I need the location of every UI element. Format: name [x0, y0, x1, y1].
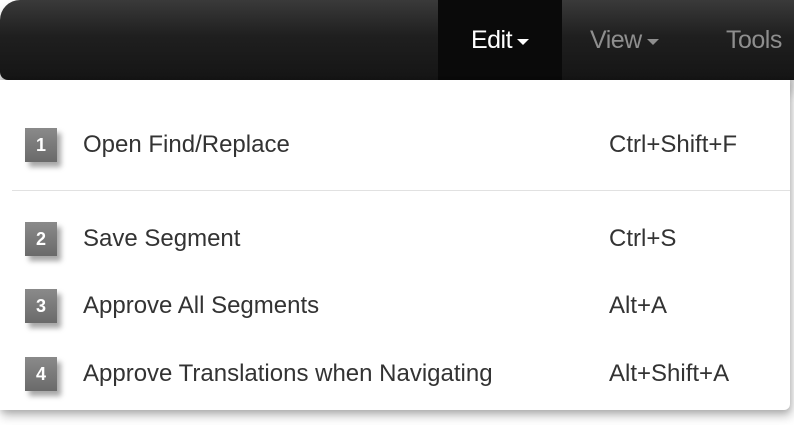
menu-item-open-find-replace[interactable]: 1 Open Find/Replace Ctrl+Shift+F: [0, 117, 790, 173]
menu-item-shortcut: Ctrl+S: [609, 225, 677, 252]
menu-item-label: Approve Translations when Navigating: [83, 360, 493, 387]
tab-view[interactable]: View: [590, 0, 659, 80]
step-number-badge: 3: [25, 289, 57, 323]
caret-down-icon: [646, 38, 659, 45]
tab-edit[interactable]: Edit: [438, 0, 562, 80]
menu-item-label: Approve All Segments: [83, 292, 320, 319]
caret-down-icon: [517, 38, 530, 45]
tab-tools[interactable]: Tools: [726, 0, 782, 80]
step-number-badge: 2: [25, 222, 57, 256]
step-number-badge: 1: [25, 128, 57, 162]
menu-item-approve-all-segments[interactable]: 3 Approve All Segments Alt+A: [0, 278, 790, 334]
menu-item-approve-translations-navigating[interactable]: 4 Approve Translations when Navigating A…: [0, 346, 790, 402]
menu-item-label: Save Segment: [83, 225, 241, 252]
menu-item-save-segment[interactable]: 2 Save Segment Ctrl+S: [0, 211, 790, 267]
screenshot: Edit View Tools 1 Open Find/Replace Ctrl…: [0, 0, 794, 425]
menu-item-shortcut: Alt+A: [609, 292, 668, 319]
tab-tools-label: Tools: [726, 25, 782, 54]
menu-item-shortcut: Ctrl+Shift+F: [609, 131, 738, 158]
menu-item-label: Open Find/Replace: [83, 131, 290, 158]
menu-item-shortcut: Alt+Shift+A: [609, 360, 730, 387]
step-number-badge: 4: [25, 357, 57, 391]
tab-edit-label: Edit: [470, 25, 513, 54]
tab-view-label: View: [590, 25, 642, 54]
menu-divider: [12, 190, 790, 191]
menu-bar: Edit View Tools: [0, 0, 794, 80]
edit-dropdown-menu: 1 Open Find/Replace Ctrl+Shift+F 2 Save …: [0, 80, 790, 410]
